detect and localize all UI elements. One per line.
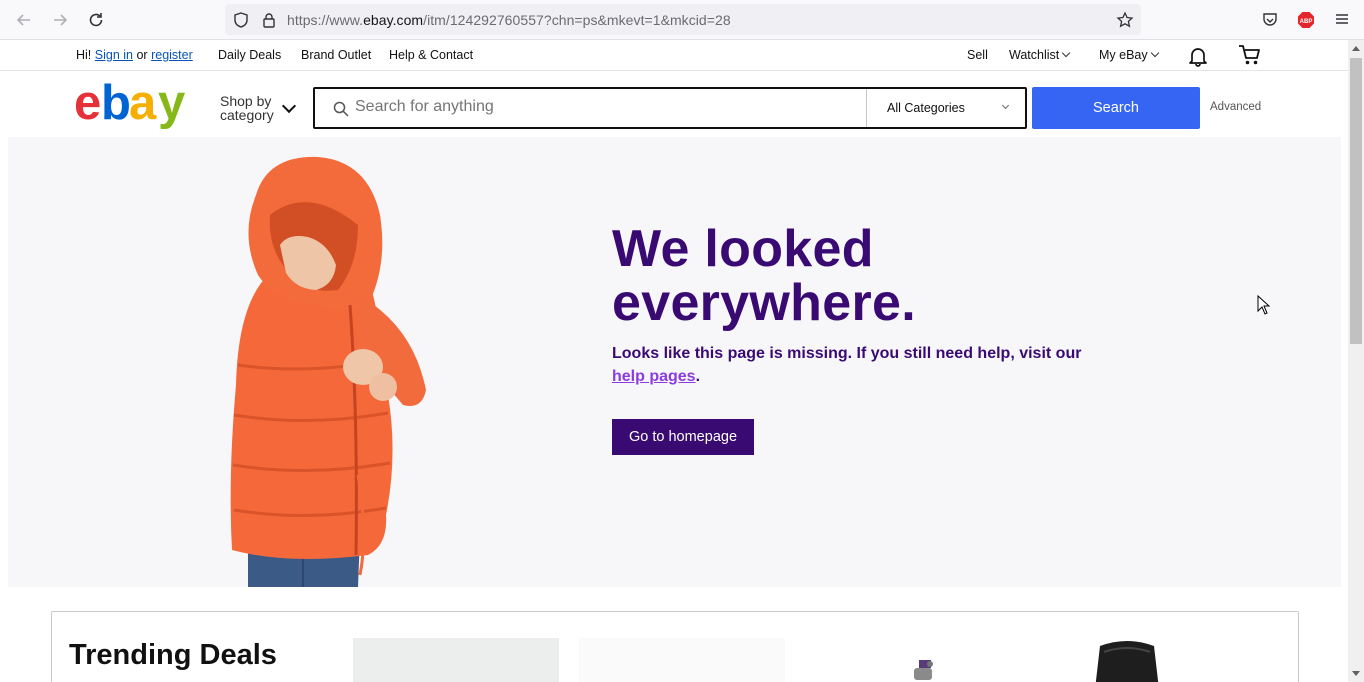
advanced-search-link[interactable]: Advanced bbox=[1210, 101, 1261, 113]
scroll-down-arrow-icon[interactable] bbox=[1352, 671, 1360, 676]
sell-link[interactable]: Sell bbox=[967, 48, 988, 62]
search-icon bbox=[333, 101, 349, 117]
shop-by-line2: category bbox=[220, 107, 274, 123]
bookmark-star-icon[interactable] bbox=[1116, 11, 1134, 29]
error-message: Looks like this page is missing. If you … bbox=[612, 342, 1102, 388]
daily-deals-link[interactable]: Daily Deals bbox=[218, 48, 281, 62]
greeting-text: Hi! bbox=[76, 48, 92, 62]
notification-bell-icon[interactable] bbox=[1187, 45, 1209, 67]
category-selected: All Categories bbox=[887, 101, 965, 115]
browser-toolbar: https://www.ebay.com/itm/124292760557?ch… bbox=[0, 0, 1364, 40]
deal-product-image[interactable] bbox=[1082, 638, 1172, 682]
register-link[interactable]: register bbox=[151, 48, 193, 62]
my-ebay-label: My eBay bbox=[1099, 48, 1148, 62]
url-prefix: https://www. bbox=[287, 12, 364, 28]
address-bar[interactable]: https://www.ebay.com/itm/124292760557?ch… bbox=[225, 4, 1141, 35]
logo-letter-e: e bbox=[74, 83, 100, 130]
svg-text:ABP: ABP bbox=[1300, 19, 1313, 25]
trending-deals-title: Trending Deals bbox=[69, 639, 277, 671]
logo-letter-b: b bbox=[101, 83, 131, 130]
scroll-thumb[interactable] bbox=[1350, 58, 1362, 344]
shop-by-category-button[interactable]: Shop by category bbox=[220, 94, 274, 122]
page-title: We looked everywhere. bbox=[612, 222, 916, 330]
watchlist-menu[interactable]: Watchlist bbox=[1009, 48, 1071, 62]
back-button[interactable] bbox=[12, 8, 36, 32]
chevron-down-icon[interactable] bbox=[281, 98, 297, 114]
pocket-icon[interactable] bbox=[1261, 11, 1279, 29]
search-button[interactable]: Search bbox=[1032, 87, 1200, 129]
watchlist-label: Watchlist bbox=[1009, 48, 1060, 62]
chevron-down-icon bbox=[1150, 48, 1159, 58]
category-select[interactable]: All Categories bbox=[866, 89, 1025, 127]
child-in-orange-jacket-image bbox=[230, 156, 426, 587]
error-hero: We looked everywhere. Looks like this pa… bbox=[8, 137, 1341, 587]
shop-by-line1: Shop by bbox=[220, 93, 272, 109]
message-period: . bbox=[695, 368, 701, 385]
search-bar: All Categories bbox=[313, 87, 1027, 129]
url-text[interactable]: https://www.ebay.com/itm/124292760557?ch… bbox=[287, 12, 731, 28]
url-path: /itm/124292760557?chn=ps&mkevt=1&mkcid=2… bbox=[423, 12, 731, 28]
scroll-up-arrow-icon[interactable] bbox=[1352, 46, 1360, 51]
brand-outlet-link[interactable]: Brand Outlet bbox=[301, 48, 371, 62]
logo-letter-a: a bbox=[129, 83, 157, 130]
greeting: Hi! Sign in or register bbox=[76, 48, 193, 62]
or-text: or bbox=[136, 48, 148, 62]
message-text: Looks like this page is missing. If you … bbox=[612, 345, 1082, 362]
reload-icon bbox=[89, 13, 103, 27]
shopping-cart-icon[interactable] bbox=[1238, 44, 1262, 66]
forward-button[interactable] bbox=[48, 8, 72, 32]
page-scrollbar[interactable] bbox=[1348, 40, 1364, 682]
arrow-left-icon bbox=[16, 14, 30, 26]
deal-tile[interactable] bbox=[353, 638, 559, 682]
go-to-homepage-button[interactable]: Go to homepage bbox=[612, 419, 754, 455]
chevron-down-icon bbox=[1001, 101, 1010, 110]
shield-icon[interactable] bbox=[232, 11, 250, 29]
lock-icon[interactable] bbox=[260, 11, 278, 29]
trending-deals-section: Trending Deals bbox=[51, 611, 1299, 682]
mouse-cursor-icon bbox=[1257, 295, 1271, 315]
chevron-down-icon bbox=[1062, 48, 1071, 58]
help-pages-link[interactable]: help pages bbox=[612, 368, 696, 385]
adblock-plus-icon[interactable]: ABP bbox=[1297, 11, 1315, 29]
arrow-right-icon bbox=[54, 14, 68, 26]
url-host: ebay.com bbox=[363, 12, 424, 28]
search-input[interactable] bbox=[355, 98, 855, 116]
ebay-logo[interactable]: e b a y bbox=[74, 83, 194, 133]
help-contact-link[interactable]: Help & Contact bbox=[389, 48, 473, 62]
reload-button[interactable] bbox=[84, 8, 108, 32]
hamburger-menu-icon[interactable] bbox=[1334, 11, 1350, 27]
sign-in-link[interactable]: Sign in bbox=[95, 48, 133, 62]
title-line-1: We looked bbox=[612, 220, 874, 278]
my-ebay-menu[interactable]: My eBay bbox=[1099, 48, 1159, 62]
deal-tile[interactable] bbox=[579, 638, 785, 682]
logo-letter-y: y bbox=[158, 83, 185, 130]
deal-product-image[interactable] bbox=[909, 638, 939, 682]
top-nav: Hi! Sign in or register Daily Deals Bran… bbox=[0, 40, 1348, 71]
title-line-2: everywhere. bbox=[612, 274, 916, 332]
